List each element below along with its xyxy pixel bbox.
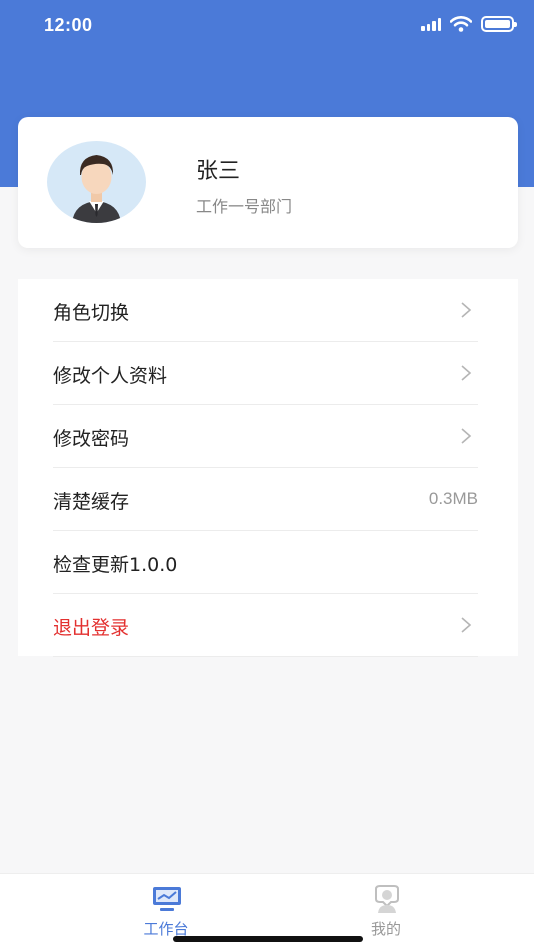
person-icon bbox=[375, 885, 399, 913]
menu-label: 退出登录 bbox=[53, 617, 130, 639]
menu-label: 检查更新1.0.0 bbox=[53, 554, 178, 576]
menu-item-change-password[interactable]: 修改密码 bbox=[53, 405, 478, 468]
home-indicator[interactable] bbox=[173, 936, 363, 942]
status-bar: 12:00 bbox=[0, 0, 534, 52]
signal-icon bbox=[421, 17, 441, 31]
avatar-person-icon bbox=[72, 155, 121, 223]
menu-item-logout[interactable]: 退出登录 bbox=[53, 594, 478, 657]
cache-size-value: 0.3MB bbox=[428, 489, 478, 508]
monitor-icon bbox=[153, 887, 181, 911]
avatar[interactable] bbox=[47, 141, 146, 223]
profile-card[interactable]: 张三 工作一号部门 bbox=[18, 117, 518, 248]
status-icons bbox=[421, 16, 517, 32]
chevron-right-icon bbox=[461, 617, 472, 633]
status-time: 12:00 bbox=[44, 15, 93, 35]
menu-item-clear-cache[interactable]: 清楚缓存 0.3MB bbox=[53, 468, 478, 531]
menu-label: 修改个人资料 bbox=[53, 365, 168, 387]
menu-item-edit-profile[interactable]: 修改个人资料 bbox=[53, 342, 478, 405]
battery-icon bbox=[481, 16, 517, 32]
profile-name: 张三 bbox=[196, 159, 241, 184]
menu-item-role-switch[interactable]: 角色切换 bbox=[53, 279, 478, 342]
settings-menu: 角色切换 修改个人资料 修改密码 清楚缓存 0.3MB 检查更新1.0.0 退出… bbox=[18, 279, 518, 657]
wifi-icon bbox=[450, 16, 472, 32]
chevron-right-icon bbox=[461, 365, 472, 381]
menu-label: 修改密码 bbox=[53, 428, 130, 450]
menu-item-check-update[interactable]: 检查更新1.0.0 bbox=[53, 531, 478, 594]
chevron-right-icon bbox=[461, 302, 472, 318]
menu-label: 清楚缓存 bbox=[53, 491, 130, 513]
chevron-right-icon bbox=[461, 428, 472, 444]
profile-department: 工作一号部门 bbox=[196, 197, 293, 216]
menu-label: 角色切换 bbox=[53, 302, 130, 324]
